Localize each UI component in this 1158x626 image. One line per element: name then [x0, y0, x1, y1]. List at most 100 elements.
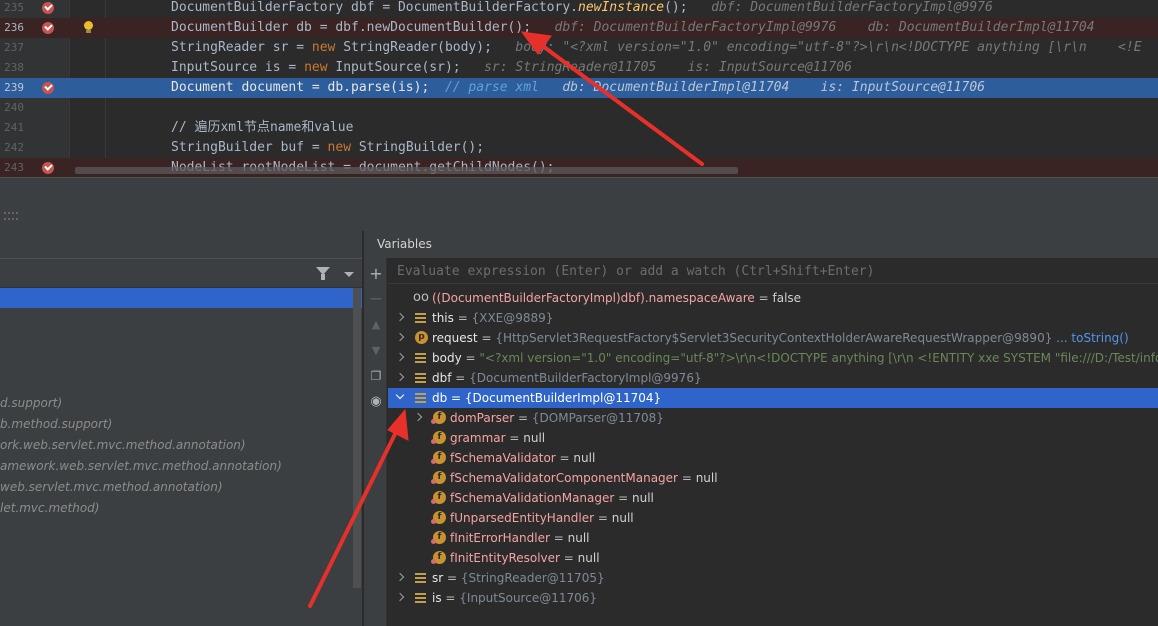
field-row[interactable]: f fSchemaValidationManager = null [388, 488, 1158, 508]
chevron-down-icon[interactable] [344, 272, 354, 277]
field-row[interactable]: f domParser = {DOMParser@11708} [388, 408, 1158, 428]
variable-text: sr = {StringReader@11705} [432, 571, 605, 585]
code-editor[interactable]: 235 DocumentBuilderFactory dbf = Documen… [0, 0, 1158, 177]
variable-row-selected[interactable]: db = {DocumentBuilderImpl@11704} [388, 388, 1158, 408]
frame-item[interactable]: web.servlet.mvc.method.annotation) [0, 477, 223, 498]
code-line[interactable]: 236 DocumentBuilder db = dbf.newDocument… [0, 18, 1158, 38]
code-line[interactable]: 235 DocumentBuilderFactory dbf = Documen… [0, 0, 1158, 18]
frames-panel: d.support) b.method.support) ork.web.ser… [0, 231, 363, 626]
frame-item[interactable]: d.support) [0, 393, 62, 414]
expand-arrow-icon[interactable] [413, 412, 423, 422]
field-icon: f [431, 511, 446, 524]
field-row[interactable]: f fSchemaValidator = null [388, 448, 1158, 468]
field-row[interactable]: f fSchemaValidatorComponentManager = nul… [388, 468, 1158, 488]
field-row[interactable]: f fUnparsedEntityHandler = null [388, 508, 1158, 528]
field-icon: f [431, 531, 446, 544]
frame-item[interactable]: b.method.support) [0, 414, 112, 435]
variable-text: body = "<?xml version="1.0" encoding="ut… [432, 351, 1158, 365]
line-number: 238 [4, 61, 24, 74]
line-number: 240 [4, 101, 24, 114]
debug-tool-strip [0, 177, 1158, 231]
breakpoint-icon[interactable] [42, 22, 54, 34]
remove-watch-icon[interactable]: − [369, 291, 383, 307]
inline-debug-value: body: "<?xml version="1.0" encoding="utf… [515, 40, 1142, 55]
variable-row[interactable]: is = {InputSource@11706} [388, 588, 1158, 608]
add-watch-icon[interactable]: + [369, 266, 383, 282]
object-icon [415, 593, 426, 603]
code-text: Document document = db.parse(is); // par… [171, 80, 985, 95]
field-icon: f [431, 411, 446, 424]
code-line[interactable]: 238 InputSource is = new InputSource(sr)… [0, 58, 1158, 78]
lightbulb-icon[interactable] [83, 21, 94, 34]
field-text: fUnparsedEntityHandler = null [450, 511, 634, 525]
filter-icon[interactable] [316, 267, 330, 281]
field-text: fSchemaValidationManager = null [450, 491, 654, 505]
code-text: InputSource is = new InputSource(sr); sr… [171, 60, 852, 75]
inline-debug-value: db: DocumentBuilderImpl@11704 is: InputS… [562, 80, 985, 95]
field-icon: f [431, 471, 446, 484]
line-number: 239 [4, 81, 24, 94]
collapse-arrow-icon[interactable] [395, 390, 405, 400]
code-comment: // 遍历xml节点name和value [171, 120, 354, 135]
variable-row[interactable]: sr = {StringReader@11705} [388, 568, 1158, 588]
execution-line[interactable]: 239 Document document = db.parse(is); //… [0, 78, 1158, 98]
variable-row[interactable]: p request = {HttpServlet3RequestFactory$… [388, 328, 1158, 348]
object-icon [415, 573, 426, 583]
frames-scrollbar[interactable] [353, 288, 361, 588]
field-text: fSchemaValidator = null [450, 451, 596, 465]
expand-arrow-icon[interactable] [395, 332, 405, 342]
code-text: DocumentBuilder db = dbf.newDocumentBuil… [171, 20, 1095, 35]
inline-debug-value: dbf: DocumentBuilderFactoryImpl@9976 [711, 0, 993, 15]
move-down-icon[interactable]: ▼ [369, 344, 383, 358]
field-row[interactable]: f fInitErrorHandler = null [388, 528, 1158, 548]
variable-text: request = {HttpServlet3RequestFactory$Se… [432, 331, 1129, 345]
field-text: fSchemaValidatorComponentManager = null [450, 471, 718, 485]
evaluate-expression-input[interactable]: Evaluate expression (Enter) or add a wat… [388, 259, 1158, 284]
breakpoint-icon[interactable] [42, 2, 54, 14]
breakpoint-icon[interactable] [42, 82, 54, 94]
code-line[interactable]: 240 [0, 98, 1158, 118]
variable-text: is = {InputSource@11706} [432, 591, 598, 605]
expand-arrow-icon[interactable] [395, 572, 405, 582]
frames-toolbar [0, 258, 362, 288]
editor-horizontal-scrollbar[interactable] [75, 167, 738, 174]
move-up-icon[interactable]: ▲ [369, 318, 383, 332]
variables-side-toolbar: + − ▲ ▼ ❐ ◉ [364, 258, 387, 626]
frame-item[interactable]: amework.web.servlet.mvc.method.annotatio… [0, 456, 282, 477]
frame-item[interactable]: let.mvc.method) [0, 498, 99, 519]
object-icon [415, 353, 426, 363]
field-row[interactable]: f grammar = null [388, 428, 1158, 448]
line-number: 235 [4, 1, 24, 14]
field-row[interactable]: f fInitEntityResolver = null [388, 548, 1158, 568]
to-string-link[interactable]: ... toString() [1056, 331, 1128, 345]
breakpoint-icon[interactable] [42, 162, 54, 174]
variable-row[interactable]: body = "<?xml version="1.0" encoding="ut… [388, 348, 1158, 368]
object-icon [415, 393, 426, 403]
drag-handle-icon[interactable] [4, 212, 18, 220]
frame-selected-row[interactable] [0, 288, 362, 308]
expand-arrow-icon[interactable] [395, 312, 405, 322]
code-line[interactable]: 242 StringBuilder buf = new StringBuilde… [0, 138, 1158, 158]
code-line[interactable]: 241 // 遍历xml节点name和value [0, 118, 1158, 138]
variable-row[interactable]: dbf = {DocumentBuilderFactoryImpl@9976} [388, 368, 1158, 388]
variable-text: db = {DocumentBuilderImpl@11704} [432, 391, 662, 405]
code-text: StringReader sr = new StringReader(body)… [171, 40, 1142, 55]
field-text: grammar = null [450, 431, 546, 445]
watch-row[interactable]: oo ((DocumentBuilderFactoryImpl)dbf).nam… [388, 288, 1158, 308]
watch-glasses-icon: oo [413, 290, 429, 305]
expand-arrow-icon[interactable] [395, 592, 405, 602]
code-line[interactable]: 237 StringReader sr = new StringReader(b… [0, 38, 1158, 58]
frame-item[interactable]: ork.web.servlet.mvc.method.annotation) [0, 435, 246, 456]
field-text: fInitErrorHandler = null [450, 531, 590, 545]
copy-icon[interactable]: ❐ [369, 369, 383, 383]
line-number: 237 [4, 41, 24, 54]
object-icon [415, 313, 426, 323]
view-icon[interactable]: ◉ [369, 395, 383, 409]
parameter-icon: p [415, 331, 428, 344]
variables-panel: Variables + − ▲ ▼ ❐ ◉ Evaluate expressio… [364, 231, 1158, 626]
variable-row[interactable]: this = {XXE@9889} [388, 308, 1158, 328]
expand-arrow-icon[interactable] [395, 372, 405, 382]
line-number: 243 [4, 161, 24, 174]
field-text: domParser = {DOMParser@11708} [450, 411, 664, 425]
expand-arrow-icon[interactable] [395, 352, 405, 362]
